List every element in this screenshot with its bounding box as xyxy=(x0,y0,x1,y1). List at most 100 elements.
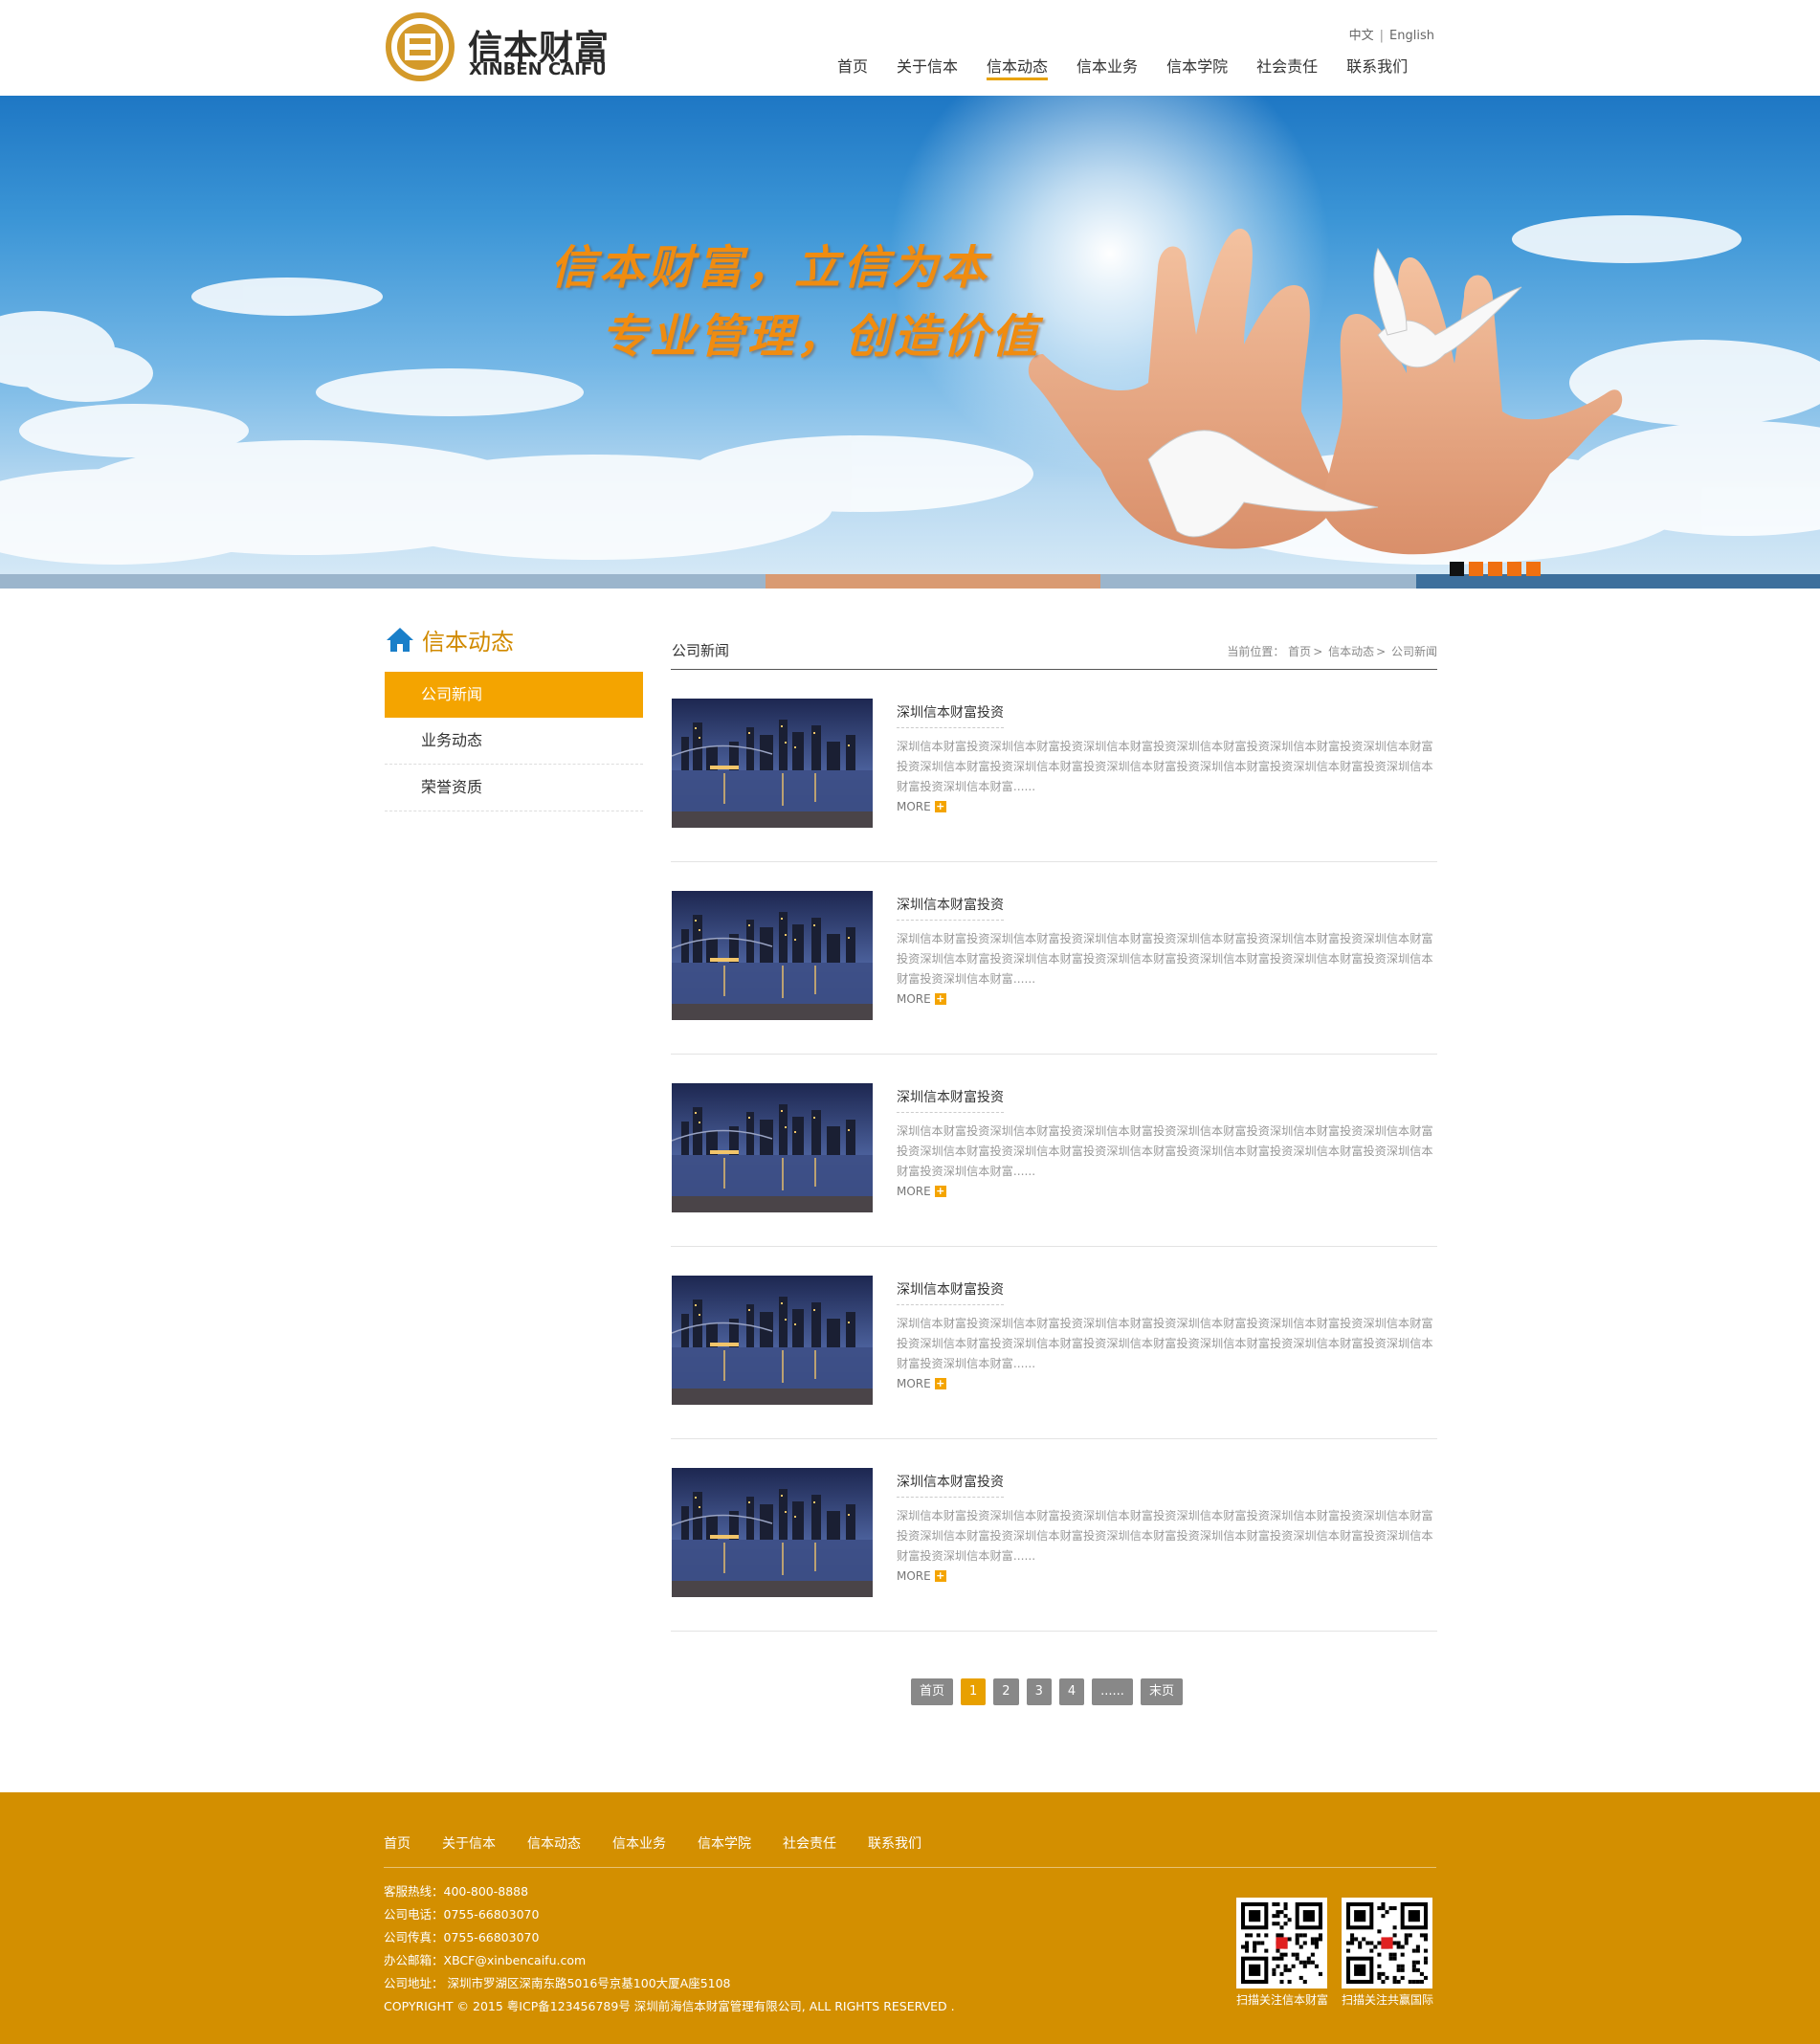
more-label: MORE xyxy=(897,1185,931,1198)
lang-zh-link[interactable]: 中文 xyxy=(1349,25,1374,43)
news-item: 深圳信本财富投资 深圳信本财富投资深圳信本财富投资深圳信本财富投资深圳信本财富投资… xyxy=(671,1247,1437,1439)
footer-nav-about[interactable]: 关于信本 xyxy=(442,1833,496,1853)
qr-code-card-2: 扫描关注共赢国际 xyxy=(1342,1898,1435,2008)
pagination: 首页 1 2 3 4 ...... 末页 xyxy=(911,1678,1190,1705)
slide-dot-5[interactable] xyxy=(1526,562,1541,576)
nav-item-about[interactable]: 关于信本 xyxy=(897,50,958,80)
site-header: 信本财富 XINBEN CAIFU 中文 | English 首页 关于信本 信本动… xyxy=(0,0,1820,96)
more-label: MORE xyxy=(897,1377,931,1390)
nav-item-news[interactable]: 信本动态 xyxy=(987,50,1049,80)
footer-email: 办公邮箱：XBCF@xinbencaifu.com xyxy=(384,1953,587,1967)
footer-divider xyxy=(384,1867,1436,1868)
news-more-link[interactable]: MORE + xyxy=(897,992,946,1006)
news-item: 深圳信本财富投资 深圳信本财富投资深圳信本财富投资深圳信本财富投资深圳信本财富投资… xyxy=(671,1055,1437,1247)
footer-fax: 公司传真：0755-66803070 xyxy=(384,1930,540,1944)
news-more-link[interactable]: MORE + xyxy=(897,800,946,813)
more-label: MORE xyxy=(897,1569,931,1583)
hero-banner[interactable]: 信本财富，立信为本 专业管理，创造价值 xyxy=(0,96,1820,589)
news-summary: 深圳信本财富投资深圳信本财富投资深圳信本财富投资深圳信本财富投资深圳信本财富投资… xyxy=(897,1509,1433,1563)
site-logo[interactable]: 信本财富 XINBEN CAIFU xyxy=(386,12,609,84)
breadcrumb-level2[interactable]: 公司新闻 xyxy=(1391,643,1437,659)
slide-indicators xyxy=(1450,562,1545,576)
qr-code-icon xyxy=(1236,1898,1327,1988)
news-summary: 深圳信本财富投资深圳信本财富投资深圳信本财富投资深圳信本财富投资深圳信本财富投资… xyxy=(897,740,1433,793)
nav-item-contact[interactable]: 联系我们 xyxy=(1346,50,1408,80)
page-4-button[interactable]: 4 xyxy=(1058,1678,1085,1705)
footer-nav-business[interactable]: 信本业务 xyxy=(612,1833,666,1853)
news-more-link[interactable]: MORE + xyxy=(897,1569,946,1583)
news-title[interactable]: 深圳信本财富投资 xyxy=(897,1472,1004,1498)
slide-dot-1[interactable] xyxy=(1450,562,1464,576)
footer-nav-contact[interactable]: 联系我们 xyxy=(868,1833,921,1853)
breadcrumb-prefix: 当前位置： xyxy=(1227,645,1285,658)
slide-dot-2[interactable] xyxy=(1469,562,1483,576)
language-switch: 中文 | English xyxy=(1349,25,1434,43)
nav-item-home[interactable]: 首页 xyxy=(837,50,868,80)
news-more-link[interactable]: MORE + xyxy=(897,1185,946,1198)
footer-nav-responsibility[interactable]: 社会责任 xyxy=(783,1833,836,1853)
banner-slogan-line2: 专业管理，创造价值 xyxy=(601,310,1041,364)
plus-icon: + xyxy=(934,992,946,1005)
news-more-link[interactable]: MORE + xyxy=(897,1377,946,1390)
footer-nav-academy[interactable]: 信本学院 xyxy=(698,1833,751,1853)
news-thumbnail[interactable] xyxy=(672,699,873,828)
logo-mark-icon xyxy=(386,12,455,81)
news-list: 深圳信本财富投资 深圳信本财富投资深圳信本财富投资深圳信本财富投资深圳信本财富投资… xyxy=(671,670,1437,1632)
lang-separator: | xyxy=(1379,29,1385,43)
footer-phone: 公司电话：0755-66803070 xyxy=(384,1907,540,1922)
sidebar-title-text: 信本动态 xyxy=(422,628,514,655)
news-thumbnail[interactable] xyxy=(672,1468,873,1597)
footer-hotline: 客服热线：400-800-8888 xyxy=(384,1884,529,1899)
lang-en-link[interactable]: English xyxy=(1389,29,1434,43)
footer-address: 公司地址： 深圳市罗湖区深南东路5016号京基100大厦A座5108 xyxy=(384,1976,731,1990)
footer-nav-home[interactable]: 首页 xyxy=(384,1833,411,1853)
plus-icon: + xyxy=(934,1377,946,1389)
site-footer: 首页 关于信本 信本动态 信本业务 信本学院 社会责任 联系我们 客服热线：40… xyxy=(0,1792,1820,2044)
plus-icon: + xyxy=(934,800,946,812)
page-ellipsis-button[interactable]: ...... xyxy=(1092,1678,1133,1705)
news-title[interactable]: 深圳信本财富投资 xyxy=(897,895,1004,921)
news-thumbnail[interactable] xyxy=(672,1083,873,1212)
news-title[interactable]: 深圳信本财富投资 xyxy=(897,1279,1004,1305)
content-header: 公司新闻 当前位置： 首页 > 信本动态 > 公司新闻 xyxy=(671,632,1437,670)
qr-code-icon xyxy=(1342,1898,1432,1988)
page-last-button[interactable]: 末页 xyxy=(1140,1678,1183,1705)
more-label: MORE xyxy=(897,800,931,813)
nav-item-responsibility[interactable]: 社会责任 xyxy=(1256,50,1318,80)
main-nav: 首页 关于信本 信本动态 信本业务 信本学院 社会责任 联系我们 xyxy=(823,50,1422,82)
content-category: 公司新闻 xyxy=(672,642,730,659)
breadcrumb-level1[interactable]: 信本动态 xyxy=(1328,643,1374,659)
nav-item-academy[interactable]: 信本学院 xyxy=(1166,50,1228,80)
footer-qr-codes: 扫描关注信本财富 扫描关注共赢国际 xyxy=(1236,1898,1435,2008)
nav-item-business[interactable]: 信本业务 xyxy=(1076,50,1138,80)
slide-dot-4[interactable] xyxy=(1507,562,1521,576)
breadcrumb-separator: > xyxy=(1376,645,1387,658)
page-first-button[interactable]: 首页 xyxy=(911,1678,954,1705)
sidebar-item-company-news[interactable]: 公司新闻 xyxy=(385,672,643,718)
qr-caption-1: 扫描关注信本财富 xyxy=(1236,1993,1329,2007)
breadcrumb-separator: > xyxy=(1313,645,1323,658)
page-2-button[interactable]: 2 xyxy=(993,1678,1019,1705)
news-title[interactable]: 深圳信本财富投资 xyxy=(897,702,1004,728)
plus-icon: + xyxy=(934,1569,946,1582)
more-label: MORE xyxy=(897,992,931,1006)
news-summary: 深圳信本财富投资深圳信本财富投资深圳信本财富投资深圳信本财富投资深圳信本财富投资… xyxy=(897,1317,1433,1370)
news-title[interactable]: 深圳信本财富投资 xyxy=(897,1087,1004,1113)
sidebar-item-honors[interactable]: 荣誉资质 xyxy=(385,765,643,811)
news-thumbnail[interactable] xyxy=(672,1276,873,1405)
logo-english-name: XINBEN CAIFU xyxy=(469,59,607,79)
qr-caption-2: 扫描关注共赢国际 xyxy=(1342,1993,1434,2007)
page-1-button[interactable]: 1 xyxy=(961,1678,987,1705)
news-thumbnail[interactable] xyxy=(672,891,873,1020)
page-3-button[interactable]: 3 xyxy=(1026,1678,1052,1705)
home-icon xyxy=(387,628,413,652)
sidebar-title: 信本动态 xyxy=(386,622,514,656)
slide-dot-3[interactable] xyxy=(1488,562,1502,576)
footer-nav-news[interactable]: 信本动态 xyxy=(527,1833,581,1853)
sidebar-item-business-news[interactable]: 业务动态 xyxy=(385,718,643,765)
footer-nav: 首页 关于信本 信本动态 信本业务 信本学院 社会责任 联系我们 xyxy=(384,1833,953,1853)
news-content: 公司新闻 当前位置： 首页 > 信本动态 > 公司新闻 深圳信本财富投资 深圳信本财富… xyxy=(671,632,1437,1632)
sidebar-menu: 公司新闻 业务动态 荣誉资质 xyxy=(385,672,643,811)
qr-code-card-1: 扫描关注信本财富 xyxy=(1236,1898,1330,2008)
breadcrumb-home[interactable]: 首页 xyxy=(1288,643,1311,659)
